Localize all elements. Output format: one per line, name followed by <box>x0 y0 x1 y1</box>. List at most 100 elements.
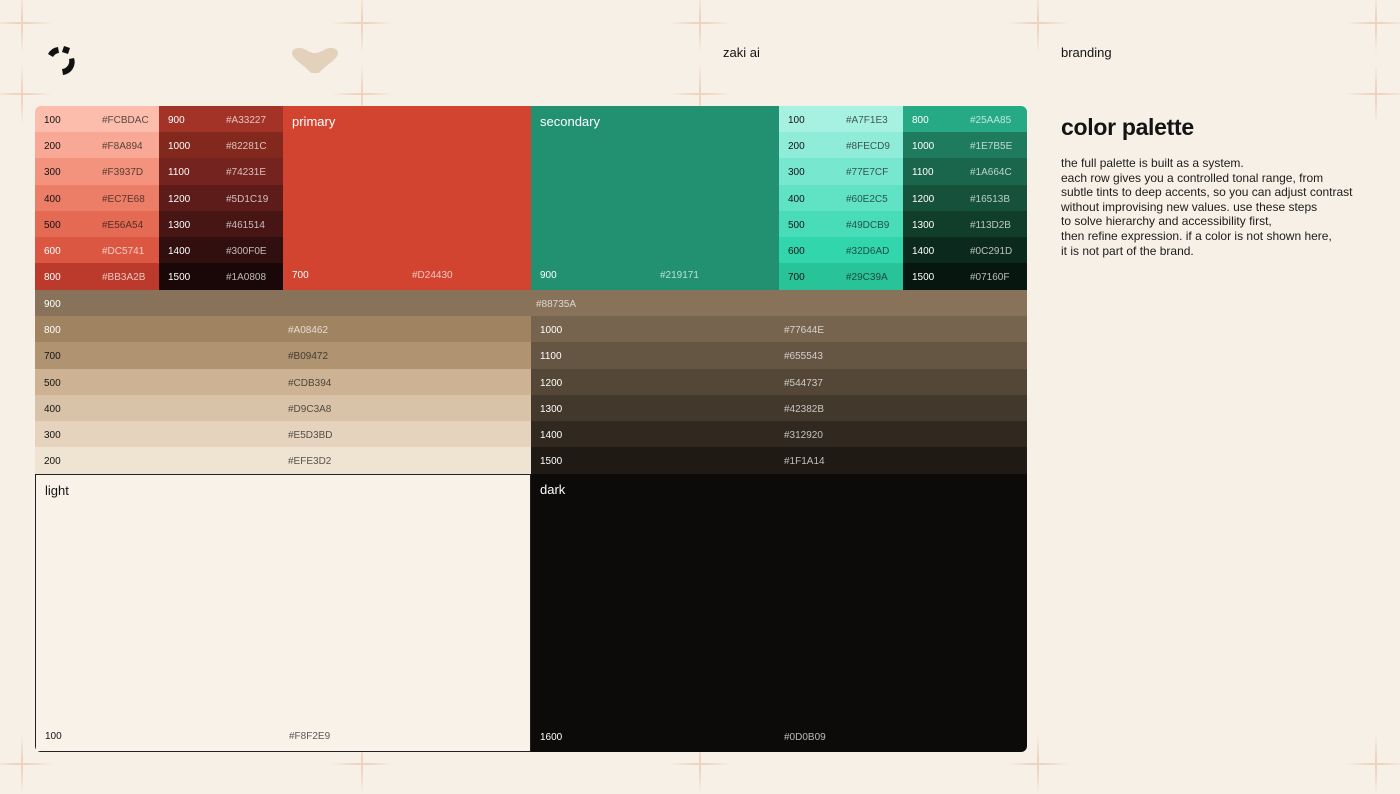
swatch-hex: #1A664C <box>970 167 1012 179</box>
light-100: light 100 #F8F2E9 <box>35 473 531 752</box>
secondary-shade-800: 800 #25AA85 <box>903 106 1027 133</box>
swatch-hex: #D24430 <box>412 270 453 281</box>
swatch-level: 500 <box>788 219 805 231</box>
swatch-hex: #1E7B5E <box>970 141 1013 153</box>
swatch-level: 1100 <box>912 167 934 179</box>
swatch-level: 800 <box>912 115 929 126</box>
primary-tint-300: 300 #F3937D <box>35 158 159 186</box>
section-label: branding <box>1061 45 1112 60</box>
primary-shade-1100: 1100 #74231E <box>159 158 283 186</box>
swatch-level: 400 <box>788 193 805 205</box>
swatch-hex: #544737 <box>784 377 823 389</box>
swatch-hex: #F3937D <box>102 167 144 179</box>
neutral-light-400: 400 #D9C3A8 <box>35 394 531 422</box>
swatch-group-name: dark <box>540 481 566 497</box>
swatch-hex: #32D6AD <box>846 246 890 257</box>
secondary-shade-1000: 1000 #1E7B5E <box>903 132 1027 159</box>
swatch-hex: #655543 <box>784 351 823 363</box>
swatch-level: 1600 <box>540 732 563 743</box>
swatch-level: 1300 <box>168 219 191 231</box>
swatch-level: 1400 <box>168 246 191 257</box>
neutral-light-700: 700 #B09472 <box>35 342 531 370</box>
swatch-level: 1500 <box>540 456 563 468</box>
swatch-level: 1200 <box>168 193 191 205</box>
neutral-900: 900 #88735A <box>35 290 1027 317</box>
swatch-group-name: primary <box>292 114 336 129</box>
secondary-main-900: secondary 900 #219171 <box>531 106 779 290</box>
swatch-level: 1300 <box>540 403 563 415</box>
swatch-hex: #219171 <box>660 270 699 281</box>
swatch-level: 1500 <box>912 272 935 284</box>
swatch-level: 300 <box>788 167 805 179</box>
swatch-level: 900 <box>168 115 185 126</box>
swatch-hex: #0C291D <box>970 246 1013 257</box>
secondary-shade-1200: 1200 #16513B <box>903 184 1027 212</box>
color-palette-grid: 100 #FCBDAC 200 #F8A894 300 #F3937D 400 #EC7E68… <box>35 106 1027 752</box>
secondary-tint-300: 300 #77E7CF <box>779 158 903 186</box>
swatch-level: 700 <box>292 270 309 281</box>
secondary-shade-1100: 1100 #1A664C <box>903 158 1027 186</box>
swatch-level: 1400 <box>540 430 563 441</box>
swatch-hex: #B09472 <box>288 351 329 363</box>
swatch-hex: #60E2C5 <box>846 193 888 205</box>
swatch-level: 200 <box>44 141 61 153</box>
primary-tint-100: 100 #FCBDAC <box>35 106 159 133</box>
primary-shade-900: 900 #A33227 <box>159 106 283 133</box>
swatch-level: 900 <box>44 299 61 310</box>
primary-tint-800: 800 #BB3A2B <box>35 263 159 290</box>
swatch-level: 1100 <box>168 167 190 179</box>
swatch-level: 200 <box>44 456 61 468</box>
swatch-level: 100 <box>45 731 62 742</box>
neutral-light-500: 500 #CDB394 <box>35 368 531 396</box>
swatch-level: 500 <box>44 219 61 231</box>
swatch-hex: #F8F2E9 <box>289 731 331 742</box>
page-title: color palette <box>1061 114 1194 140</box>
neutral-dark-1200: 1200 #544737 <box>531 368 1027 396</box>
swatch-group-name: light <box>45 482 69 498</box>
swatch-hex: #74231E <box>226 167 267 179</box>
primary-main-700: primary 700 #D24430 <box>283 106 531 290</box>
swatch-hex: #BB3A2B <box>102 272 146 284</box>
secondary-tint-500: 500 #49DCB9 <box>779 210 903 238</box>
neutral-dark-1100: 1100 #655543 <box>531 342 1027 370</box>
swatch-hex: #0D0B09 <box>784 732 826 743</box>
swatch-hex: #E5D3BD <box>288 430 333 441</box>
primary-shade-1000: 1000 #82281C <box>159 132 283 159</box>
swatch-hex: #16513B <box>970 193 1011 205</box>
swatch-hex: #D9C3A8 <box>288 403 332 415</box>
swatch-level: 1500 <box>168 272 191 284</box>
swatch-hex: #29C39A <box>846 272 888 284</box>
swatch-hex: #1A0808 <box>226 272 267 284</box>
swatch-level: 800 <box>44 325 61 337</box>
swatch-level: 300 <box>44 430 61 441</box>
primary-tint-600: 600 #DC5741 <box>35 237 159 264</box>
secondary-tint-100: 100 #A7F1E3 <box>779 106 903 133</box>
swatch-group-name: secondary <box>540 114 600 129</box>
swatch-level: 300 <box>44 167 61 179</box>
secondary-tint-400: 400 #60E2C5 <box>779 184 903 212</box>
swatch-hex: #5D1C19 <box>226 193 269 205</box>
swatch-hex: #EC7E68 <box>102 193 145 205</box>
swatch-level: 200 <box>788 141 805 153</box>
swatch-hex: #EFE3D2 <box>288 456 332 468</box>
neutral-dark-1400: 1400 #312920 <box>531 421 1027 448</box>
logo-icon <box>48 46 75 75</box>
dark-1600: dark 1600 #0D0B09 <box>531 473 1027 752</box>
swatch-level: 600 <box>44 246 61 257</box>
swatch-level: 1000 <box>912 141 935 153</box>
primary-tint-400: 400 #EC7E68 <box>35 184 159 212</box>
swatch-level: 1300 <box>912 219 935 231</box>
swatch-hex: #DC5741 <box>102 246 145 257</box>
swatch-level: 900 <box>540 270 557 281</box>
primary-shade-1400: 1400 #300F0E <box>159 237 283 264</box>
swatch-hex: #300F0E <box>226 246 267 257</box>
neutral-light-200: 200 #EFE3D2 <box>35 447 531 474</box>
secondary-tint-600: 600 #32D6AD <box>779 237 903 264</box>
swatch-hex: #A7F1E3 <box>846 115 888 126</box>
swatch-hex: #82281C <box>226 141 267 153</box>
swatch-level: 100 <box>788 115 805 126</box>
swatch-hex: #F8A894 <box>102 141 143 153</box>
swatch-hex: #88735A <box>536 299 577 310</box>
primary-shade-1500: 1500 #1A0808 <box>159 263 283 290</box>
swatch-hex: #113D2B <box>970 219 1011 231</box>
